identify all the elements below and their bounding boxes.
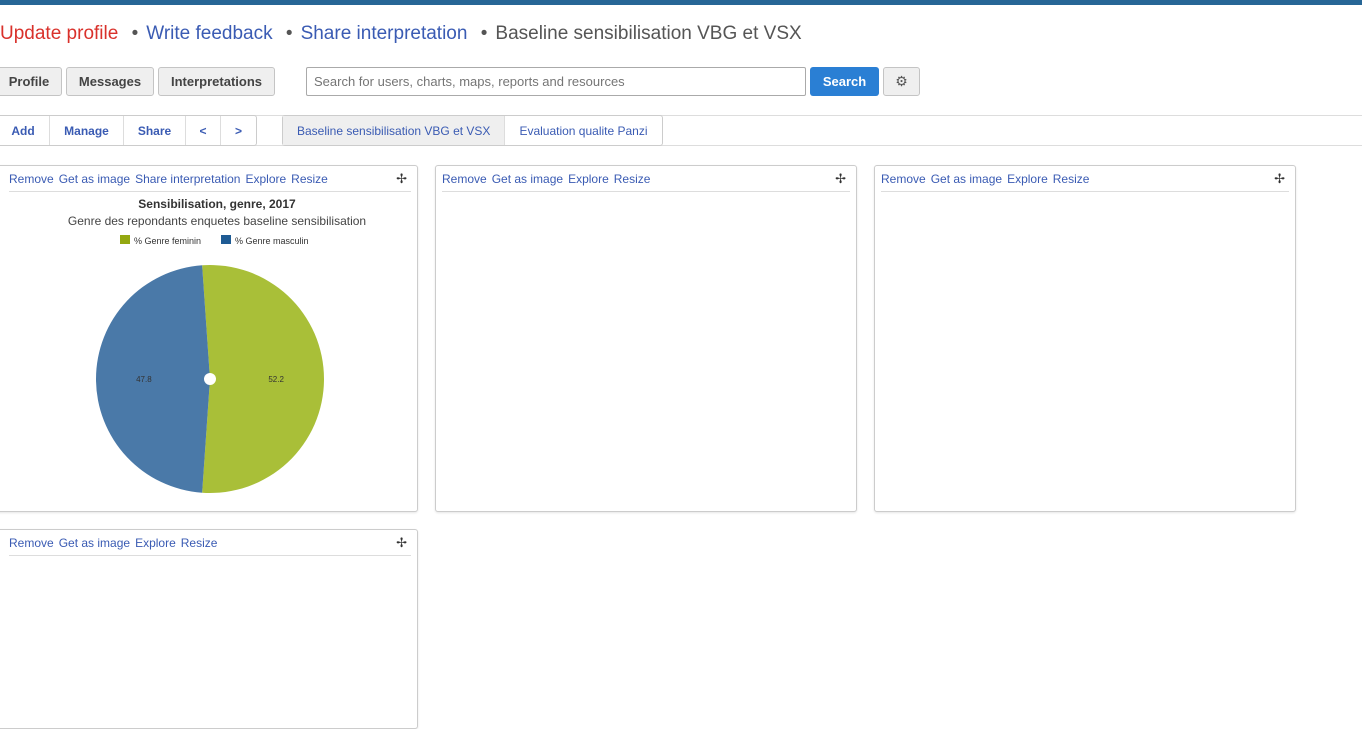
dashboard-item-3: Remove Get as image Explore Resize ✢ [874,165,1296,512]
explore-link[interactable]: Explore [135,536,176,550]
legend-swatch-feminin [120,235,130,244]
pie-center-dot [204,373,216,385]
get-as-image-link[interactable]: Get as image [931,172,1002,186]
resize-link[interactable]: Resize [614,172,651,186]
resize-link[interactable]: Resize [291,172,328,186]
remove-link[interactable]: Remove [881,172,926,186]
top-bar [0,0,1362,5]
get-as-image-link[interactable]: Get as image [492,172,563,186]
pie-data-label: 47.8 [136,375,152,384]
dashboard-item-pie: Remove Get as image Share interpretation… [0,165,418,512]
get-as-image-link[interactable]: Get as image [59,172,130,186]
tab-baseline-sensibilisation[interactable]: Baseline sensibilisation VBG et VSX [283,116,506,145]
separator: • [285,23,293,44]
messages-button[interactable]: Messages [66,67,154,96]
separator: • [480,23,488,44]
gear-icon[interactable]: ⚙ [883,67,920,96]
resize-link[interactable]: Resize [1053,172,1090,186]
update-profile-link[interactable]: Update profile [0,23,118,44]
legend-swatch-masculin [221,235,231,244]
dashboard-toolbar: Add Manage Share < > [0,115,257,146]
tab-evaluation-qualite-panzi[interactable]: Evaluation qualite Panzi [505,116,661,145]
dashboard-item-4: Remove Get as image Explore Resize ✢ [0,529,418,729]
pie-slice[interactable] [202,265,325,493]
get-as-image-link[interactable]: Get as image [59,536,130,550]
prev-button[interactable]: < [186,116,221,145]
search-button[interactable]: Search [810,67,879,96]
next-button[interactable]: > [221,116,256,145]
share-interpretation-link[interactable]: Share interpretation [135,172,240,186]
dashboard-item-2: Remove Get as image Explore Resize ✢ [435,165,857,512]
pie-chart: Sensibilisation, genre, 2017 Genre des r… [68,197,366,493]
search-input[interactable] [306,67,806,96]
profile-button[interactable]: Profile [0,67,62,96]
separator: • [131,23,139,44]
move-icon[interactable]: ✢ [396,535,407,551]
explore-link[interactable]: Explore [245,172,286,186]
add-button[interactable]: Add [0,116,50,145]
move-icon[interactable]: ✢ [835,171,846,187]
interpretations-button[interactable]: Interpretations [158,67,275,96]
header-links: Update profile • Write feedback • Share in… [0,23,802,45]
dashboard-title: Baseline sensibilisation VBG et VSX [495,23,802,44]
pie-data-label: 52.2 [268,375,284,384]
share-button[interactable]: Share [124,116,186,145]
resize-link[interactable]: Resize [181,536,218,550]
move-icon[interactable]: ✢ [396,171,407,187]
manage-button[interactable]: Manage [50,116,124,145]
pie-slice[interactable] [96,265,210,493]
remove-link[interactable]: Remove [9,536,54,550]
legend-label-feminin[interactable]: % Genre feminin [134,236,201,246]
remove-link[interactable]: Remove [9,172,54,186]
chart-subtitle: Genre des repondants enquetes baseline s… [68,214,366,228]
remove-link[interactable]: Remove [442,172,487,186]
chart-title: Sensibilisation, genre, 2017 [138,197,296,211]
move-icon[interactable]: ✢ [1274,171,1285,187]
share-interpretation-link[interactable]: Share interpretation [301,23,468,44]
dashboard-tabs: Baseline sensibilisation VBG et VSX Eval… [282,115,663,146]
explore-link[interactable]: Explore [1007,172,1048,186]
write-feedback-link[interactable]: Write feedback [146,23,272,44]
explore-link[interactable]: Explore [568,172,609,186]
legend-label-masculin[interactable]: % Genre masculin [235,236,309,246]
